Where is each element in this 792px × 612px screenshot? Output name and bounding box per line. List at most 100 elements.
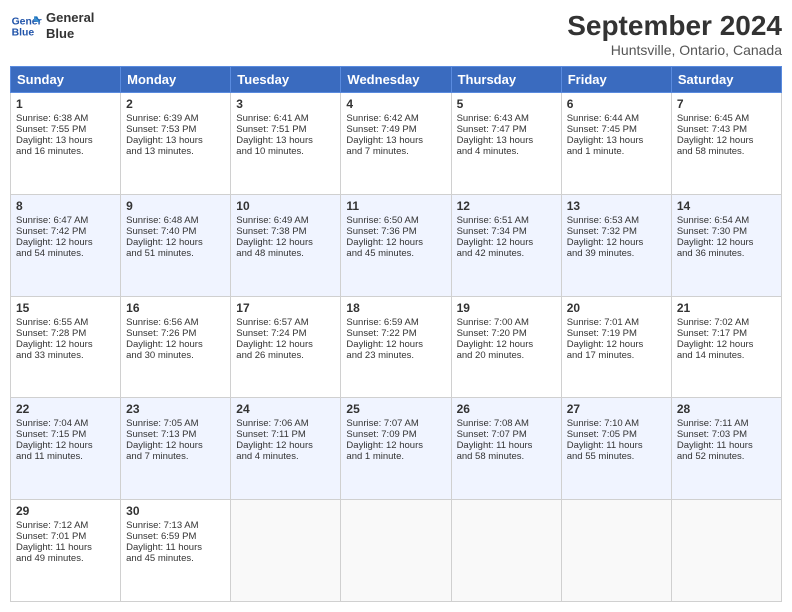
day-info: and 58 minutes. <box>677 146 776 157</box>
day-info: Sunrise: 6:45 AM <box>677 113 776 124</box>
day-info: and 4 minutes. <box>236 451 335 462</box>
day-info: and 54 minutes. <box>16 248 115 259</box>
day-info: Daylight: 12 hours <box>236 339 335 350</box>
day-number: 8 <box>16 199 115 213</box>
day-number: 13 <box>567 199 666 213</box>
day-info: Sunrise: 6:49 AM <box>236 215 335 226</box>
day-info: Sunset: 7:05 PM <box>567 429 666 440</box>
page: General Blue General Blue September 2024… <box>0 0 792 612</box>
day-info: and 55 minutes. <box>567 451 666 462</box>
calendar-cell: 30Sunrise: 7:13 AMSunset: 6:59 PMDayligh… <box>121 500 231 602</box>
calendar-cell <box>561 500 671 602</box>
day-info: and 14 minutes. <box>677 350 776 361</box>
day-info: Sunrise: 7:06 AM <box>236 418 335 429</box>
calendar-cell: 16 Sunrise: 6:56 AMSunset: 7:26 PMDayligh… <box>121 296 231 398</box>
day-info: Sunset: 7:17 PM <box>677 328 776 339</box>
day-number: 5 <box>457 97 556 111</box>
day-info: Sunset: 7:45 PM <box>567 124 666 135</box>
day-info: and 52 minutes. <box>677 451 776 462</box>
day-info: Sunset: 6:59 PM <box>126 531 225 542</box>
day-number: 20 <box>567 301 666 315</box>
day-info: Sunset: 7:24 PM <box>236 328 335 339</box>
day-info: Sunset: 7:43 PM <box>677 124 776 135</box>
day-number: 16 <box>126 301 225 315</box>
day-info: Sunset: 7:32 PM <box>567 226 666 237</box>
day-info: Daylight: 13 hours <box>457 135 556 146</box>
day-info: Daylight: 12 hours <box>16 339 115 350</box>
day-number: 19 <box>457 301 556 315</box>
day-info: and 7 minutes. <box>126 451 225 462</box>
day-info: Sunset: 7:28 PM <box>16 328 115 339</box>
day-number: 7 <box>677 97 776 111</box>
day-info: Sunset: 7:09 PM <box>346 429 445 440</box>
day-info: Sunrise: 7:10 AM <box>567 418 666 429</box>
day-info: Daylight: 12 hours <box>457 237 556 248</box>
day-info: Daylight: 12 hours <box>16 237 115 248</box>
day-info: and 4 minutes. <box>457 146 556 157</box>
day-number: 3 <box>236 97 335 111</box>
day-info: Sunrise: 7:11 AM <box>677 418 776 429</box>
calendar-cell: 1Sunrise: 6:38 AMSunset: 7:55 PMDaylight… <box>11 93 121 195</box>
day-info: Daylight: 12 hours <box>677 135 776 146</box>
day-info: Sunrise: 6:56 AM <box>126 317 225 328</box>
day-info: and 13 minutes. <box>126 146 225 157</box>
day-of-week-thursday: Thursday <box>451 67 561 93</box>
day-info: Sunset: 7:30 PM <box>677 226 776 237</box>
day-info: Daylight: 12 hours <box>126 339 225 350</box>
day-info: and 39 minutes. <box>567 248 666 259</box>
calendar-cell: 14Sunrise: 6:54 AMSunset: 7:30 PMDayligh… <box>671 194 781 296</box>
day-info: and 23 minutes. <box>346 350 445 361</box>
day-info: Sunrise: 7:04 AM <box>16 418 115 429</box>
logo-line2: Blue <box>46 26 94 42</box>
calendar-cell: 6Sunrise: 6:44 AMSunset: 7:45 PMDaylight… <box>561 93 671 195</box>
month-title: September 2024 <box>567 10 782 42</box>
day-info: and 49 minutes. <box>16 553 115 564</box>
calendar-cell <box>671 500 781 602</box>
header-row: SundayMondayTuesdayWednesdayThursdayFrid… <box>11 67 782 93</box>
day-info: Sunrise: 7:01 AM <box>567 317 666 328</box>
calendar-cell: 20Sunrise: 7:01 AMSunset: 7:19 PMDayligh… <box>561 296 671 398</box>
day-info: and 30 minutes. <box>126 350 225 361</box>
calendar-cell: 7 Sunrise: 6:45 AMSunset: 7:43 PMDaylight… <box>671 93 781 195</box>
day-info: Daylight: 12 hours <box>236 440 335 451</box>
day-of-week-wednesday: Wednesday <box>341 67 451 93</box>
day-number: 14 <box>677 199 776 213</box>
calendar-cell <box>341 500 451 602</box>
day-info: Daylight: 13 hours <box>567 135 666 146</box>
day-info: Sunrise: 6:57 AM <box>236 317 335 328</box>
calendar-header: SundayMondayTuesdayWednesdayThursdayFrid… <box>11 67 782 93</box>
day-info: Daylight: 12 hours <box>567 237 666 248</box>
calendar-cell: 10Sunrise: 6:49 AMSunset: 7:38 PMDayligh… <box>231 194 341 296</box>
day-info: and 1 minute. <box>346 451 445 462</box>
day-number: 6 <box>567 97 666 111</box>
day-info: Sunset: 7:38 PM <box>236 226 335 237</box>
day-info: and 1 minute. <box>567 146 666 157</box>
calendar-cell: 29Sunrise: 7:12 AMSunset: 7:01 PMDayligh… <box>11 500 121 602</box>
day-info: Sunset: 7:11 PM <box>236 429 335 440</box>
calendar-cell: 11Sunrise: 6:50 AMSunset: 7:36 PMDayligh… <box>341 194 451 296</box>
day-info: Sunset: 7:01 PM <box>16 531 115 542</box>
calendar-cell: 28Sunrise: 7:11 AMSunset: 7:03 PMDayligh… <box>671 398 781 500</box>
day-info: Sunset: 7:07 PM <box>457 429 556 440</box>
calendar-table: SundayMondayTuesdayWednesdayThursdayFrid… <box>10 66 782 602</box>
day-info: Sunrise: 6:39 AM <box>126 113 225 124</box>
logo-icon: General Blue <box>10 10 42 42</box>
day-number: 10 <box>236 199 335 213</box>
day-info: and 48 minutes. <box>236 248 335 259</box>
day-info: Sunrise: 7:05 AM <box>126 418 225 429</box>
calendar-cell: 22Sunrise: 7:04 AMSunset: 7:15 PMDayligh… <box>11 398 121 500</box>
day-of-week-saturday: Saturday <box>671 67 781 93</box>
day-info: Sunrise: 6:50 AM <box>346 215 445 226</box>
day-info: and 42 minutes. <box>457 248 556 259</box>
day-info: Daylight: 12 hours <box>457 339 556 350</box>
day-info: Daylight: 13 hours <box>16 135 115 146</box>
day-info: Sunrise: 6:51 AM <box>457 215 556 226</box>
day-info: and 36 minutes. <box>677 248 776 259</box>
day-info: Daylight: 12 hours <box>126 440 225 451</box>
day-info: Sunset: 7:26 PM <box>126 328 225 339</box>
day-info: Daylight: 12 hours <box>346 339 445 350</box>
location: Huntsville, Ontario, Canada <box>567 42 782 58</box>
logo-text: General Blue <box>46 10 94 41</box>
day-info: and 26 minutes. <box>236 350 335 361</box>
header: General Blue General Blue September 2024… <box>10 10 782 58</box>
